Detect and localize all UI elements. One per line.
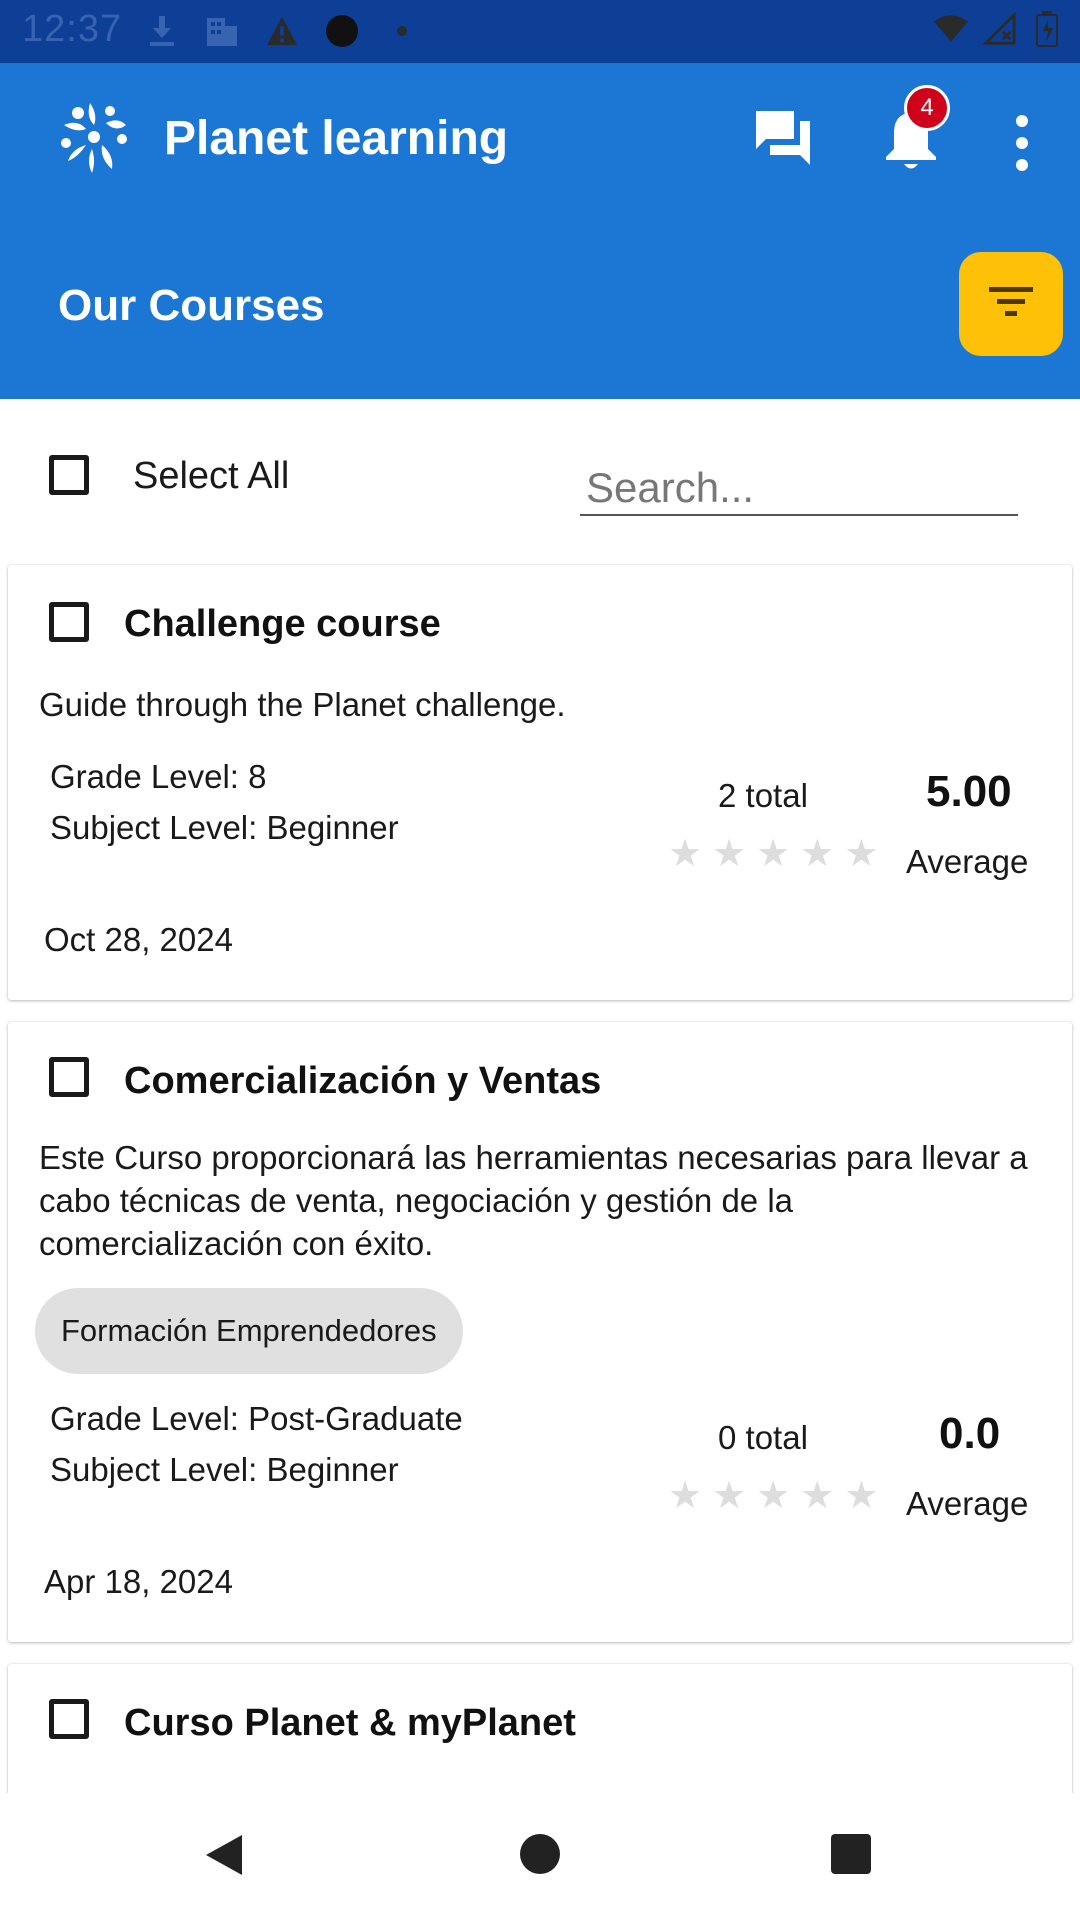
select-all-checkbox[interactable] [49, 455, 89, 495]
course-tag[interactable]: Formación Emprendedores [35, 1288, 463, 1374]
app-bar: Planet learning 4 Our Courses [0, 63, 1080, 399]
signal-icon [982, 12, 1016, 46]
course-date: Apr 18, 2024 [44, 1563, 233, 1600]
course-date: Oct 28, 2024 [44, 921, 233, 958]
home-icon[interactable] [520, 1834, 560, 1874]
circle-icon [325, 14, 359, 48]
course-card[interactable]: Challenge course Guide through the Plane… [8, 565, 1072, 1000]
subject-level: Subject Level: Beginner [50, 1451, 399, 1488]
battery-icon [1030, 11, 1064, 47]
star-icon[interactable]: ★ [712, 835, 746, 873]
rating-average-label: Average [906, 1485, 1029, 1522]
building-icon [205, 14, 239, 48]
rating-average-value: 5.00 [926, 767, 1012, 816]
rating-average-label: Average [906, 843, 1029, 880]
page-title: Our Courses [58, 281, 325, 330]
star-icon[interactable]: ★ [756, 835, 790, 873]
rating-average-value: 0.0 [939, 1409, 1001, 1458]
grade-level: Grade Level: Post-Graduate [50, 1400, 463, 1437]
navigation-bar [0, 1793, 1080, 1920]
filter-button[interactable] [959, 252, 1063, 356]
course-title[interactable]: Curso Planet & myPlanet [124, 1702, 576, 1745]
star-rating[interactable]: ★ ★ ★ ★ ★ [668, 835, 878, 873]
star-icon[interactable]: ★ [712, 1477, 746, 1515]
star-rating[interactable]: ★ ★ ★ ★ ★ [668, 1477, 878, 1515]
course-card[interactable]: Comercialización y Ventas Este Curso pro… [8, 1022, 1072, 1642]
star-icon[interactable]: ★ [844, 1477, 878, 1515]
search-input[interactable] [580, 462, 1018, 516]
rating-total: 2 total [718, 777, 808, 814]
wifi-icon [934, 12, 968, 46]
course-checkbox[interactable] [49, 602, 89, 642]
star-icon[interactable]: ★ [756, 1477, 790, 1515]
star-icon[interactable]: ★ [800, 1477, 834, 1515]
recents-icon[interactable] [831, 1834, 871, 1874]
filter-icon [987, 285, 1035, 324]
status-time: 12:37 [22, 8, 123, 50]
course-description: Este Curso proporcionará las herramienta… [39, 1139, 1028, 1262]
star-icon[interactable]: ★ [844, 835, 878, 873]
grade-level: Grade Level: 8 [50, 758, 267, 795]
star-icon[interactable]: ★ [800, 835, 834, 873]
course-title[interactable]: Challenge course [124, 603, 441, 646]
dot-icon [385, 14, 419, 48]
course-checkbox[interactable] [49, 1057, 89, 1097]
course-title[interactable]: Comercialización y Ventas [124, 1060, 601, 1103]
app-title: Planet learning [164, 112, 509, 165]
back-icon[interactable] [204, 1833, 244, 1882]
download-icon [145, 14, 179, 48]
status-icons-left [145, 14, 419, 48]
star-icon[interactable]: ★ [668, 1477, 702, 1515]
notification-badge: 4 [904, 85, 950, 131]
select-all-label: Select All [133, 455, 290, 497]
planet-logo-icon [56, 99, 132, 175]
warning-icon [265, 14, 299, 48]
chat-icon[interactable] [752, 107, 814, 169]
status-icons-right [934, 11, 1064, 47]
star-icon[interactable]: ★ [668, 835, 702, 873]
course-description: Guide through the Planet challenge. [39, 686, 566, 723]
rating-total: 0 total [718, 1419, 808, 1456]
status-bar: 12:37 [0, 0, 1080, 63]
more-options-icon[interactable] [1006, 111, 1038, 175]
subject-level: Subject Level: Beginner [50, 809, 399, 846]
course-checkbox[interactable] [49, 1699, 89, 1739]
